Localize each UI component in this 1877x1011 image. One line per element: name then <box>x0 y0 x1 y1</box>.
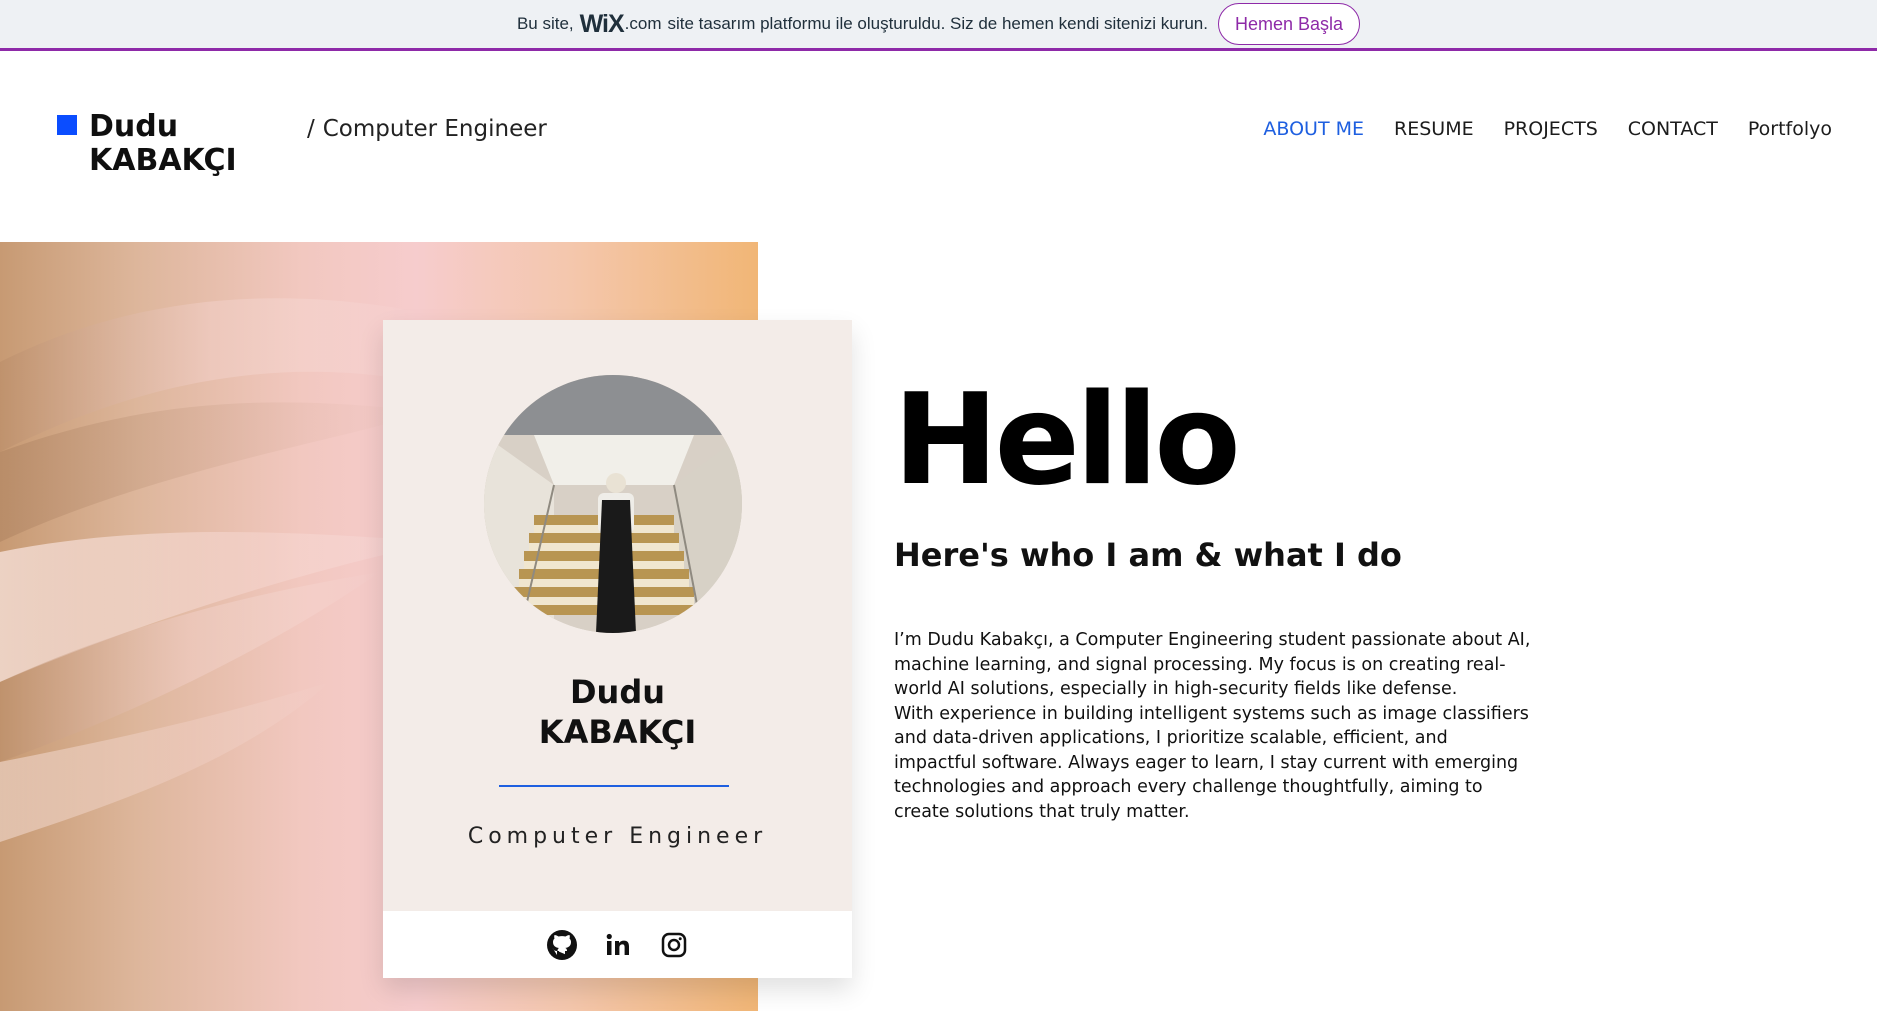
main-nav: ABOUT ME RESUME PROJECTS CONTACT Portfol… <box>1263 118 1832 140</box>
profile-photo <box>484 375 742 633</box>
brand-last-name: KABAKÇI <box>89 143 237 178</box>
social-bar <box>383 911 852 978</box>
wix-logo: WiX <box>579 9 625 38</box>
bio-paragraph-1: I’m Dudu Kabakçı, a Computer Engineering… <box>894 630 1531 699</box>
profile-card: Dudu KABAKÇI Computer Engineer <box>383 320 852 978</box>
brand-square-icon <box>57 115 77 135</box>
wix-promo-banner: Bu site, WiX .com site tasarım platformu… <box>0 0 1877 51</box>
site-tagline: / Computer Engineer <box>307 116 547 142</box>
start-now-button[interactable]: Hemen Başla <box>1217 3 1361 45</box>
nav-contact[interactable]: CONTACT <box>1628 118 1718 140</box>
hero-subtitle: Here's who I am & what I do <box>894 536 1402 574</box>
site-logo[interactable]: Dudu KABAKÇI <box>57 110 237 178</box>
wix-promo-text: Bu site, WiX .com site tasarım platformu… <box>517 10 1208 39</box>
brand-first-name: Dudu <box>89 109 179 144</box>
hero-title: Hello <box>893 366 1241 513</box>
card-name: Dudu KABAKÇI <box>383 672 852 752</box>
card-last-name: KABAKÇI <box>538 713 697 751</box>
github-icon[interactable] <box>546 929 578 961</box>
nav-resume[interactable]: RESUME <box>1394 118 1474 140</box>
nav-portfolyo[interactable]: Portfolyo <box>1748 118 1832 140</box>
banner-text-before: Bu site, <box>516 14 574 33</box>
bio-paragraph-2: With experience in building intelligent … <box>894 703 1529 822</box>
tagline-text: Computer Engineer <box>322 116 547 142</box>
wix-logo-suffix: .com <box>624 14 662 33</box>
card-role: Computer Engineer <box>467 824 768 849</box>
nav-projects[interactable]: PROJECTS <box>1504 118 1598 140</box>
card-divider <box>499 785 729 787</box>
nav-about-me[interactable]: ABOUT ME <box>1263 118 1364 140</box>
brand-name: Dudu KABAKÇI <box>89 110 237 178</box>
tagline-slash: / <box>307 116 315 142</box>
banner-text-after: site tasarım platformu ile oluşturuldu. … <box>667 14 1208 33</box>
card-first-name: Dudu <box>569 673 666 711</box>
instagram-icon[interactable] <box>658 929 690 961</box>
linkedin-icon[interactable] <box>602 929 634 961</box>
profile-photo-illustration <box>484 375 742 633</box>
about-bio: I’m Dudu Kabakçı, a Computer Engineering… <box>894 628 1534 824</box>
